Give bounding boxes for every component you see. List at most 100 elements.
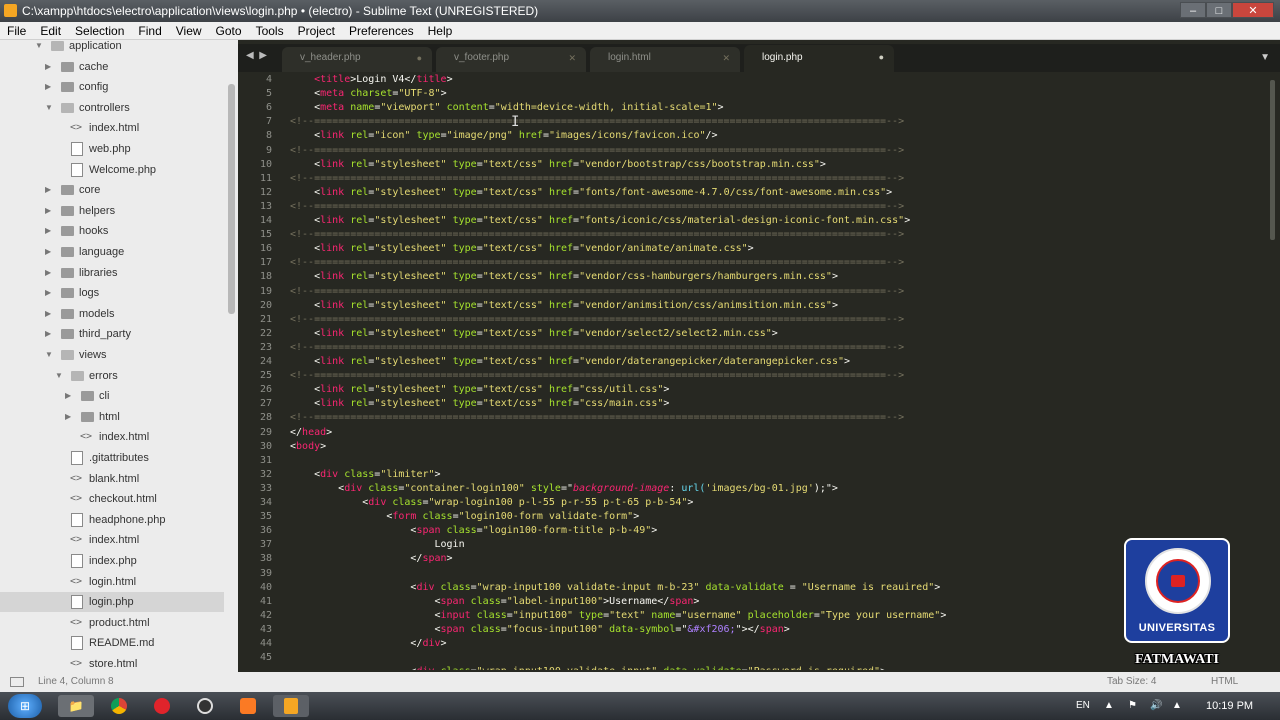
- folder-icon: [61, 308, 74, 319]
- volume-icon[interactable]: 🔊: [1150, 692, 1162, 720]
- sidebar-item[interactable]: ▶ hooks: [0, 221, 224, 241]
- sidebar-item[interactable]: <> checkout.html: [0, 489, 224, 509]
- sidebar-item[interactable]: Welcome.php: [0, 160, 224, 180]
- tab-v-header-php[interactable]: v_header.php ●: [282, 47, 432, 72]
- sidebar-item[interactable]: web.php: [0, 139, 224, 159]
- unsaved-dot-icon[interactable]: ●: [879, 45, 884, 70]
- chevron-down-icon[interactable]: ▼: [55, 366, 63, 386]
- tab-nav-arrows[interactable]: ◀ ▶: [246, 50, 267, 61]
- sidebar-item[interactable]: ▶ html: [0, 407, 224, 427]
- chevron-right-icon[interactable]: ▶: [45, 201, 51, 221]
- menu-item-preferences[interactable]: Preferences: [342, 22, 421, 39]
- sidebar-item[interactable]: ▶ helpers: [0, 201, 224, 221]
- menu-item-selection[interactable]: Selection: [68, 22, 131, 39]
- chevron-right-icon[interactable]: ▶: [45, 77, 51, 97]
- obs-icon[interactable]: [187, 695, 223, 717]
- sidebar-item[interactable]: <> store.html: [0, 654, 224, 672]
- sidebar-item[interactable]: ▼ views: [0, 345, 224, 365]
- chevron-right-icon[interactable]: ▶: [45, 263, 51, 283]
- chevron-down-icon[interactable]: ▼: [35, 40, 43, 56]
- chevron-right-icon[interactable]: ▶: [45, 242, 51, 262]
- code-editor[interactable]: <title>Login V4</title> <meta charset="U…: [290, 72, 1268, 670]
- maximize-button[interactable]: □: [1206, 2, 1232, 18]
- sidebar-item[interactable]: ▶ cli: [0, 386, 224, 406]
- menu-item-project[interactable]: Project: [291, 22, 342, 39]
- code-token: rel: [344, 271, 369, 283]
- menu-item-goto[interactable]: Goto: [209, 22, 249, 39]
- menu-item-file[interactable]: File: [0, 22, 33, 39]
- flag-icon[interactable]: ⚑: [1128, 692, 1137, 720]
- line-number: 45: [259, 652, 272, 664]
- sidebar-item[interactable]: README.md: [0, 633, 224, 653]
- sublime-taskbar-icon[interactable]: [273, 695, 309, 717]
- menu-item-tools[interactable]: Tools: [249, 22, 291, 39]
- tab-size[interactable]: Tab Size: 4: [1107, 672, 1156, 692]
- code-line: </head>: [290, 426, 332, 440]
- close-tab-icon[interactable]: ✕: [568, 47, 576, 69]
- sidebar-item[interactable]: <> index.html: [0, 427, 224, 447]
- sidebar-item[interactable]: <> index.html: [0, 530, 224, 550]
- minimize-button[interactable]: –: [1180, 2, 1206, 18]
- tab-login-html[interactable]: login.html ✕: [590, 47, 740, 72]
- sidebar-item[interactable]: index.php: [0, 551, 224, 571]
- tab-login-php[interactable]: login.php ●: [744, 45, 894, 72]
- clock[interactable]: 10:19 PM: [1206, 692, 1253, 720]
- sidebar-item[interactable]: ▼ errors: [0, 366, 224, 386]
- sidebar-item[interactable]: ▶ models: [0, 304, 224, 324]
- chevron-right-icon[interactable]: ▶: [45, 304, 51, 324]
- chevron-right-icon[interactable]: ▶: [45, 283, 51, 303]
- chevron-right-icon[interactable]: ▶: [65, 386, 71, 406]
- sidebar-item[interactable]: ▶ logs: [0, 283, 224, 303]
- chevron-right-icon[interactable]: ▶: [45, 180, 51, 200]
- sidebar-item[interactable]: ▶ core: [0, 180, 224, 200]
- chevron-down-icon[interactable]: ▼: [45, 98, 53, 118]
- sidebar-item[interactable]: <> login.html: [0, 572, 224, 592]
- chevron-down-icon[interactable]: ▼: [45, 345, 53, 365]
- menu-item-find[interactable]: Find: [131, 22, 168, 39]
- code-token: "wrap-input100 validate-input m-b-23": [476, 581, 700, 593]
- sidebar-item[interactable]: <> index.html: [0, 118, 224, 138]
- close-button[interactable]: ✕: [1232, 2, 1274, 18]
- start-button[interactable]: ⊞: [8, 694, 42, 718]
- code-token: href: [512, 130, 543, 142]
- tab-v-footer-php[interactable]: v_footer.php ✕: [436, 47, 586, 72]
- chevron-right-icon[interactable]: ▶: [45, 324, 51, 344]
- code-line: <link rel="stylesheet" type="text/css" h…: [290, 383, 669, 397]
- explorer-icon[interactable]: 📁: [58, 695, 94, 717]
- language-indicator[interactable]: EN: [1076, 692, 1090, 720]
- sidebar-item[interactable]: <> blank.html: [0, 469, 224, 489]
- sidebar-item[interactable]: login.php: [0, 592, 224, 613]
- chevron-right-icon[interactable]: ▶: [45, 221, 51, 241]
- menu-item-help[interactable]: Help: [421, 22, 460, 39]
- chevron-right-icon[interactable]: ▶: [65, 407, 71, 427]
- sidebar-item[interactable]: .gitattributes: [0, 448, 224, 468]
- tab-dropdown-icon[interactable]: ▼: [1260, 52, 1270, 63]
- network-icon[interactable]: ▲: [1172, 692, 1182, 720]
- sidebar-item[interactable]: ▶ libraries: [0, 263, 224, 283]
- code-token: >: [904, 215, 911, 226]
- chevron-right-icon[interactable]: ▶: [45, 57, 51, 77]
- sidebar-scrollbar[interactable]: [228, 84, 235, 314]
- sidebar-item[interactable]: ▶ cache: [0, 57, 224, 77]
- sidebar-item[interactable]: ▶ third_party: [0, 324, 224, 344]
- sidebar-item[interactable]: headphone.php: [0, 510, 224, 530]
- menu-item-edit[interactable]: Edit: [33, 22, 68, 39]
- opera-icon[interactable]: [144, 695, 180, 717]
- xampp-icon[interactable]: [230, 695, 266, 717]
- close-tab-icon[interactable]: ✕: [722, 47, 730, 69]
- code-token: <!--====================================…: [290, 144, 905, 156]
- sidebar-item[interactable]: ▼ controllers: [0, 98, 224, 118]
- panel-toggle-icon[interactable]: [10, 677, 24, 687]
- tray-expand-icon[interactable]: ▲: [1104, 692, 1114, 720]
- code-token: >: [693, 595, 700, 607]
- sidebar-item[interactable]: ▼ application: [0, 40, 224, 56]
- syntax-mode[interactable]: HTML: [1211, 672, 1238, 692]
- code-token: link: [320, 186, 345, 198]
- chrome-icon[interactable]: [101, 695, 137, 717]
- sidebar-item[interactable]: ▶ language: [0, 242, 224, 262]
- menu-item-view[interactable]: View: [169, 22, 209, 39]
- unsaved-dot-icon[interactable]: ●: [417, 47, 422, 69]
- editor-scrollbar[interactable]: [1270, 80, 1275, 240]
- sidebar-item[interactable]: <> product.html: [0, 613, 224, 633]
- sidebar-item[interactable]: ▶ config: [0, 77, 224, 97]
